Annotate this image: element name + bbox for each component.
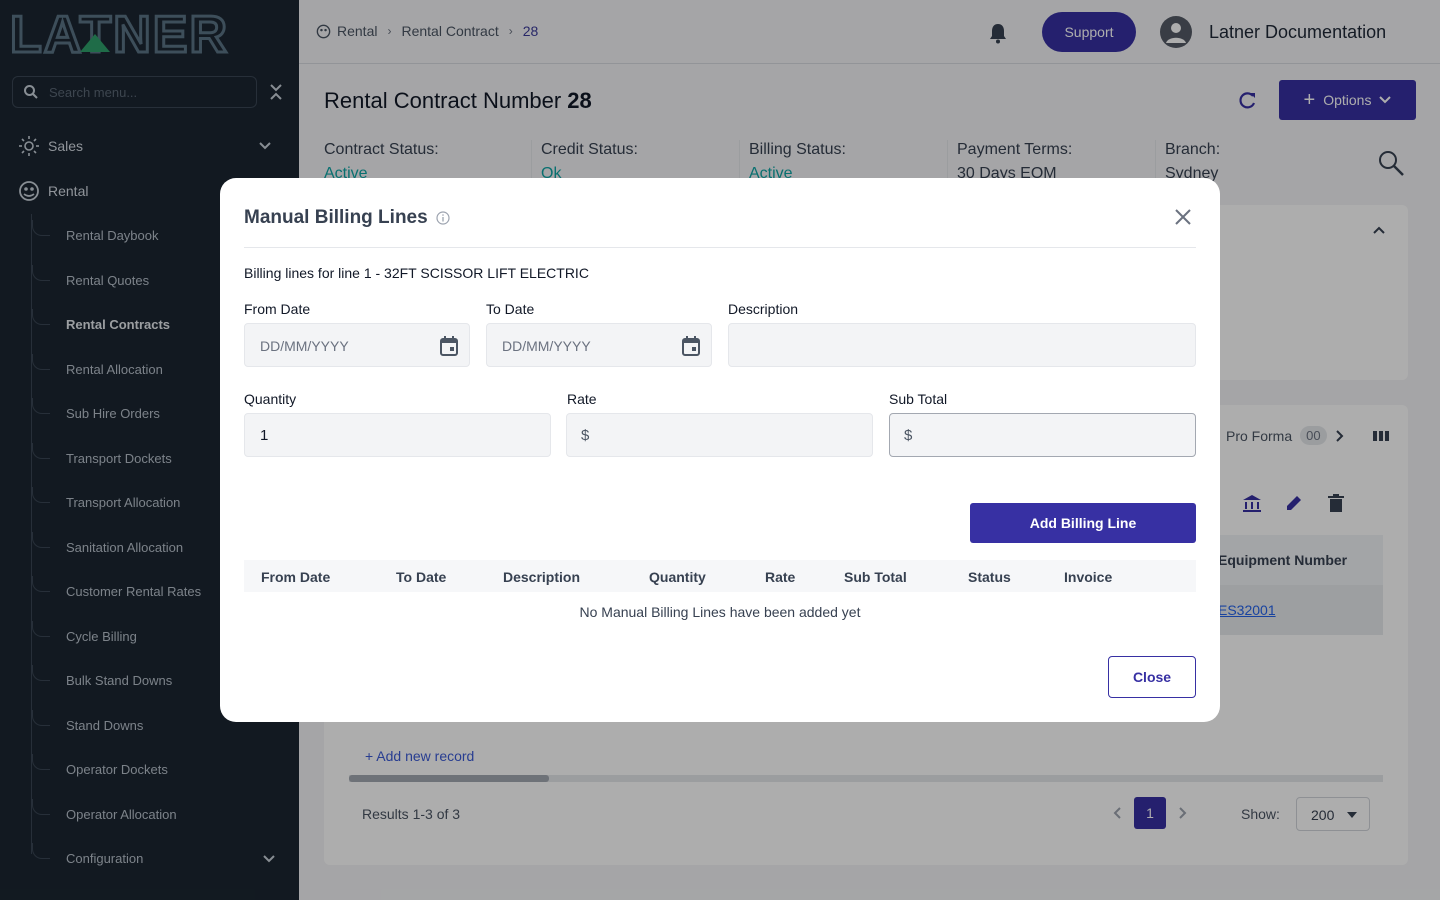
quantity-label: Quantity: [244, 391, 297, 407]
column-header[interactable]: Quantity: [649, 569, 706, 585]
column-header[interactable]: Status: [968, 569, 1011, 585]
description-field[interactable]: [728, 323, 1196, 367]
add-billing-line-button[interactable]: Add Billing Line: [970, 503, 1196, 543]
column-header[interactable]: Rate: [765, 569, 795, 585]
sub-total-label: Sub Total: [889, 391, 948, 407]
calendar-icon[interactable]: [439, 335, 459, 357]
manual-billing-lines-dialog: Manual Billing Lines Billing lines for l…: [220, 178, 1220, 722]
from-date-placeholder: DD/MM/YYYY: [260, 338, 349, 354]
to-date-placeholder: DD/MM/YYYY: [502, 338, 591, 354]
to-date-field[interactable]: DD/MM/YYYY: [486, 323, 712, 367]
close-icon[interactable]: [1174, 208, 1192, 226]
divider: [244, 247, 1196, 248]
currency-symbol: $: [581, 427, 590, 444]
description-label: Description: [728, 301, 799, 317]
quantity-field[interactable]: 1: [244, 413, 551, 457]
info-icon[interactable]: [436, 211, 450, 225]
quantity-value: 1: [260, 427, 269, 444]
sub-total-field[interactable]: $: [889, 413, 1196, 457]
column-header[interactable]: From Date: [261, 569, 330, 585]
from-date-field[interactable]: DD/MM/YYYY: [244, 323, 470, 367]
calendar-icon[interactable]: [681, 335, 701, 357]
currency-symbol: $: [904, 427, 913, 444]
dialog-subtitle: Billing lines for line 1 - 32FT SCISSOR …: [244, 265, 589, 281]
column-header[interactable]: To Date: [396, 569, 446, 585]
column-header[interactable]: Invoice: [1064, 569, 1112, 585]
column-header[interactable]: Description: [503, 569, 580, 585]
rate-label: Rate: [567, 391, 597, 407]
empty-state-message: No Manual Billing Lines have been added …: [579, 604, 861, 620]
billing-lines-table-header: From Date To Date Description Quantity R…: [244, 560, 1196, 592]
column-header[interactable]: Sub Total: [844, 569, 907, 585]
rate-field[interactable]: $: [566, 413, 873, 457]
to-date-label: To Date: [486, 301, 535, 317]
close-button[interactable]: Close: [1108, 656, 1196, 698]
from-date-label: From Date: [244, 301, 311, 317]
dialog-title: Manual Billing Lines: [244, 207, 450, 229]
